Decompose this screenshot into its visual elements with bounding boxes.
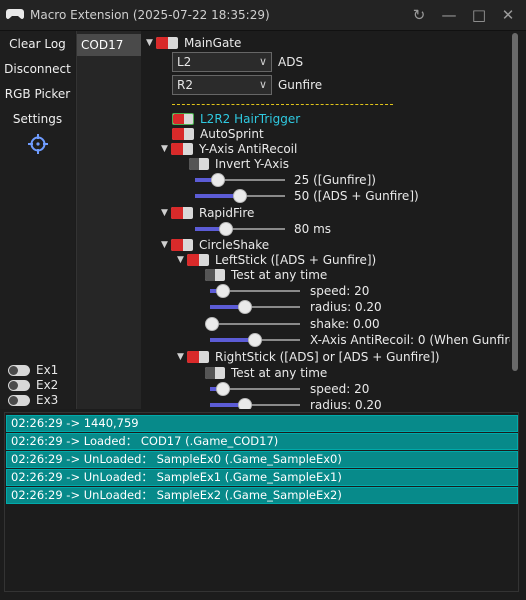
ads-label: ADS — [278, 55, 304, 69]
leftstick-shake-value: shake: 0.00 — [310, 317, 380, 331]
chevron-down-icon: ∨ — [258, 55, 267, 68]
toggle-icon[interactable] — [205, 268, 225, 281]
rapidfire-slider[interactable] — [195, 222, 285, 236]
antirecoil-ads-gunfire-value: 50 ([ADS + Gunfire]) — [294, 189, 419, 203]
chevron-down-icon[interactable]: ▼ — [146, 35, 156, 51]
tree-row-invert-y-axis[interactable]: Invert Y-Axis — [189, 156, 289, 172]
slider-knob[interactable] — [248, 333, 262, 347]
rightstick-speed-value: speed: 20 — [310, 382, 370, 396]
slider-knob[interactable] — [211, 173, 225, 187]
log-entry: 02:26:29 -> UnLoaded： SampleEx2 (.Game_S… — [6, 487, 518, 504]
toggle-icon[interactable] — [171, 206, 193, 219]
leftstick-radius-slider[interactable] — [210, 300, 300, 314]
chevron-down-icon[interactable]: ▼ — [161, 205, 171, 221]
leftstick-shake-slider[interactable] — [205, 317, 300, 331]
slider-knob[interactable] — [238, 398, 252, 409]
disconnect-button[interactable]: Disconnect — [0, 58, 75, 80]
antirecoil-ads-gunfire-slider[interactable] — [195, 189, 285, 203]
rgb-picker-button[interactable]: RGB Picker — [0, 83, 75, 105]
scrollbar-thumb[interactable] — [512, 33, 518, 371]
slider-knob[interactable] — [205, 317, 219, 331]
toggle-icon[interactable] — [189, 157, 209, 170]
window-title: Macro Extension (2025-07-22 18:35:29) — [30, 8, 270, 22]
feature-tree: ▼ MainGate L2 ∨ ADS R2 ∨ Gunfire L2R2 HairT… — [141, 31, 510, 409]
maximize-button[interactable]: □ — [466, 4, 492, 26]
tree-row-maingate[interactable]: ▼ MainGate — [146, 35, 241, 51]
tree-row-rightstick[interactable]: ▼ RightStick ([ADS] or [ADS + Gunfire]) — [177, 349, 440, 365]
ex1-toggle[interactable]: Ex1 — [8, 363, 58, 377]
leftstick-xaxis-antirecoil-slider[interactable] — [210, 333, 300, 347]
slider-knob[interactable] — [216, 382, 230, 396]
leftstick-radius-value: radius: 0.20 — [310, 300, 382, 314]
log-entry: 02:26:29 -> 1440,759 — [6, 415, 518, 432]
game-item-cod17[interactable]: COD17 — [77, 34, 141, 56]
toggle-icon[interactable] — [171, 238, 193, 251]
chevron-down-icon[interactable]: ▼ — [161, 237, 171, 253]
gunfire-select[interactable]: R2 ∨ — [172, 75, 272, 95]
switch-icon — [8, 365, 30, 376]
toggle-icon[interactable] — [187, 350, 209, 363]
toggle-icon[interactable] — [172, 112, 194, 125]
log-entry: 02:26:29 -> Loaded： COD17 (.Game_COD17) — [6, 433, 518, 450]
antirecoil-gunfire-slider[interactable] — [195, 173, 285, 187]
tree-row-leftstick-test[interactable]: Test at any time — [205, 267, 327, 283]
ex2-toggle[interactable]: Ex2 — [8, 378, 58, 392]
leftstick-speed-slider[interactable] — [210, 284, 300, 298]
tree-row-rapidfire[interactable]: ▼ RapidFire — [161, 205, 254, 221]
tree-row-leftstick[interactable]: ▼ LeftStick ([ADS + Gunfire]) — [177, 252, 376, 268]
gunfire-label: Gunfire — [278, 78, 323, 92]
toggle-icon[interactable] — [156, 36, 178, 49]
chevron-down-icon[interactable]: ▼ — [177, 252, 187, 268]
rightstick-speed-slider[interactable] — [210, 382, 300, 396]
switch-icon — [8, 395, 30, 406]
divider — [172, 104, 393, 105]
crosshair-icon[interactable] — [28, 134, 48, 154]
rightstick-radius-value: radius: 0.20 — [310, 398, 382, 409]
rapidfire-value: 80 ms — [294, 222, 332, 236]
slider-knob[interactable] — [216, 284, 230, 298]
leftstick-xaxis-antirecoil-value: X-Axis AntiRecoil: 0 (When Gunfire) — [310, 333, 510, 347]
leftstick-speed-value: speed: 20 — [310, 284, 370, 298]
slider-knob[interactable] — [219, 222, 233, 236]
settings-button[interactable]: Settings — [0, 108, 75, 130]
log-entry: 02:26:29 -> UnLoaded： SampleEx1 (.Game_S… — [6, 469, 518, 486]
ex3-toggle[interactable]: Ex3 — [8, 393, 58, 407]
close-button[interactable]: ✕ — [495, 4, 521, 26]
toggle-icon[interactable] — [172, 127, 194, 140]
toggle-icon[interactable] — [171, 142, 193, 155]
chevron-down-icon: ∨ — [258, 78, 267, 91]
slider-knob[interactable] — [233, 189, 247, 203]
minimize-button[interactable]: — — [436, 4, 462, 26]
tree-row-l2r2-hairtrigger[interactable]: L2R2 HairTrigger — [172, 111, 300, 127]
switch-icon — [8, 380, 30, 391]
tree-row-autosprint[interactable]: AutoSprint — [172, 126, 264, 142]
chevron-down-icon[interactable]: ▼ — [177, 349, 187, 365]
chevron-down-icon[interactable]: ▼ — [161, 141, 171, 157]
ads-select[interactable]: L2 ∨ — [172, 52, 272, 72]
rightstick-radius-slider[interactable] — [210, 398, 300, 409]
gamepad-icon — [6, 9, 24, 19]
antirecoil-gunfire-value: 25 ([Gunfire]) — [294, 173, 376, 187]
tree-row-circleshake[interactable]: ▼ CircleShake — [161, 237, 269, 253]
game-list: COD17 — [76, 31, 141, 409]
toggle-icon[interactable] — [187, 253, 209, 266]
toggle-icon[interactable] — [205, 366, 225, 379]
slider-knob[interactable] — [238, 300, 252, 314]
tree-row-rightstick-test[interactable]: Test at any time — [205, 365, 327, 381]
tree-row-y-axis-antirecoil[interactable]: ▼ Y-Axis AntiRecoil — [161, 141, 297, 157]
clear-log-button[interactable]: Clear Log — [0, 33, 75, 55]
log-entry: 02:26:29 -> UnLoaded： SampleEx0 (.Game_S… — [6, 451, 518, 468]
refresh-icon[interactable]: ↻ — [406, 4, 432, 26]
